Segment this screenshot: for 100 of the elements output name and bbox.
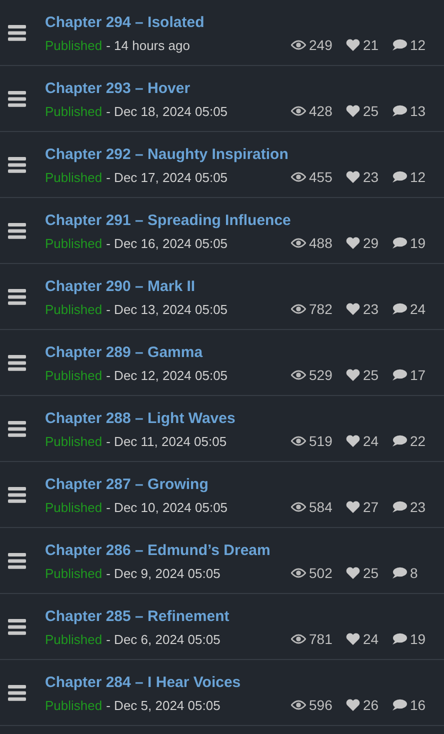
- view-count: 529: [309, 367, 332, 383]
- publish-date: - Dec 12, 2024 05:05: [106, 368, 228, 382]
- chapter-title-link[interactable]: Chapter 293 – Hover: [45, 80, 190, 97]
- publish-date: - Dec 9, 2024 05:05: [106, 566, 220, 580]
- heart-icon: [346, 699, 360, 711]
- eye-icon: [291, 700, 306, 710]
- comment-count: 17: [410, 367, 426, 383]
- drag-handle-icon[interactable]: [8, 420, 26, 436]
- like-count: 24: [363, 631, 379, 647]
- like-count: 29: [363, 235, 379, 251]
- chapter-title-link[interactable]: Chapter 291 – Spreading Influence: [45, 212, 291, 229]
- heart-icon: [346, 39, 360, 51]
- publish-date: - Dec 10, 2024 05:05: [106, 500, 228, 514]
- publish-date: - 14 hours ago: [106, 38, 190, 52]
- view-count: 488: [309, 235, 332, 251]
- drag-handle-icon[interactable]: [8, 354, 26, 370]
- comment-icon: [392, 369, 407, 381]
- comment-icon: [392, 303, 407, 315]
- like-count: 27: [363, 499, 379, 515]
- view-count: 782: [309, 301, 332, 317]
- heart-icon: [346, 303, 360, 315]
- heart-icon: [346, 171, 360, 183]
- comment-count: 13: [410, 103, 426, 119]
- status-text: Published: [45, 170, 102, 184]
- status-text: Published: [45, 434, 102, 448]
- comment-count: 8: [410, 565, 418, 581]
- comment-count: 12: [410, 169, 426, 185]
- status-text: Published: [45, 236, 102, 250]
- like-count: 25: [363, 565, 379, 581]
- view-count: 519: [309, 433, 332, 449]
- heart-icon: [346, 435, 360, 447]
- view-count: 596: [309, 697, 332, 713]
- comment-icon: [392, 105, 407, 117]
- status-text: Published: [45, 500, 102, 514]
- comment-count: 16: [410, 697, 426, 713]
- comment-icon: [392, 699, 407, 711]
- chapter-title-link[interactable]: Chapter 289 – Gamma: [45, 344, 203, 361]
- comment-icon: [392, 435, 407, 447]
- publish-date: - Dec 17, 2024 05:05: [106, 170, 228, 184]
- comment-icon: [392, 39, 407, 51]
- view-count: 249: [309, 37, 332, 53]
- publish-date: - Dec 6, 2024 05:05: [106, 632, 220, 646]
- like-count: 23: [363, 301, 379, 317]
- drag-handle-icon[interactable]: [8, 90, 26, 106]
- drag-handle-icon[interactable]: [8, 288, 26, 304]
- chapter-title-link[interactable]: Chapter 290 – Mark II: [45, 278, 196, 295]
- status-text: Published: [45, 302, 102, 316]
- eye-icon: [291, 502, 306, 512]
- chapter-title-link[interactable]: Chapter 287 – Growing: [45, 476, 208, 493]
- heart-icon: [346, 237, 360, 249]
- eye-icon: [291, 304, 306, 314]
- comment-icon: [392, 501, 407, 513]
- comment-count: 19: [410, 235, 426, 251]
- status-text: Published: [45, 368, 102, 382]
- view-count: 502: [309, 565, 332, 581]
- comment-count: 24: [410, 301, 426, 317]
- like-count: 24: [363, 433, 379, 449]
- eye-icon: [291, 40, 306, 50]
- drag-handle-icon[interactable]: [8, 552, 26, 568]
- status-text: Published: [45, 632, 102, 646]
- comment-icon: [392, 171, 407, 183]
- eye-icon: [291, 106, 306, 116]
- eye-icon: [291, 172, 306, 182]
- like-count: 21: [363, 37, 379, 53]
- comment-icon: [392, 567, 407, 579]
- heart-icon: [346, 633, 360, 645]
- comment-icon: [392, 633, 407, 645]
- status-text: Published: [45, 698, 102, 712]
- drag-handle-icon[interactable]: [8, 24, 26, 40]
- eye-icon: [291, 238, 306, 248]
- heart-icon: [346, 369, 360, 381]
- comment-count: 22: [410, 433, 426, 449]
- view-count: 455: [309, 169, 332, 185]
- drag-handle-icon[interactable]: [8, 684, 26, 700]
- drag-handle-icon[interactable]: [8, 222, 26, 238]
- publish-date: - Dec 11, 2024 05:05: [106, 434, 227, 448]
- view-count: 428: [309, 103, 332, 119]
- eye-icon: [291, 370, 306, 380]
- eye-icon: [291, 436, 306, 446]
- drag-handle-icon[interactable]: [8, 618, 26, 634]
- heart-icon: [346, 501, 360, 513]
- chapter-title-link[interactable]: Chapter 285 – Refinement: [45, 608, 230, 625]
- chapter-title-link[interactable]: Chapter 294 – Isolated: [45, 14, 204, 31]
- status-text: Published: [45, 566, 102, 580]
- chapter-title-link[interactable]: Chapter 288 – Light Waves: [45, 410, 236, 427]
- view-count: 781: [309, 631, 332, 647]
- status-text: Published: [45, 38, 102, 52]
- chapter-title-link[interactable]: Chapter 286 – Edmund’s Dream: [45, 542, 270, 559]
- drag-handle-icon[interactable]: [8, 156, 26, 172]
- comment-count: 12: [410, 37, 426, 53]
- chapter-title-link[interactable]: Chapter 292 – Naughty Inspiration: [45, 146, 288, 163]
- publish-date: - Dec 5, 2024 05:05: [106, 698, 220, 712]
- heart-icon: [346, 105, 360, 117]
- eye-icon: [291, 568, 306, 578]
- like-count: 23: [363, 169, 379, 185]
- like-count: 25: [363, 367, 379, 383]
- chapter-title-link[interactable]: Chapter 284 – I Hear Voices: [45, 674, 241, 691]
- status-text: Published: [45, 104, 102, 118]
- heart-icon: [346, 567, 360, 579]
- drag-handle-icon[interactable]: [8, 486, 26, 502]
